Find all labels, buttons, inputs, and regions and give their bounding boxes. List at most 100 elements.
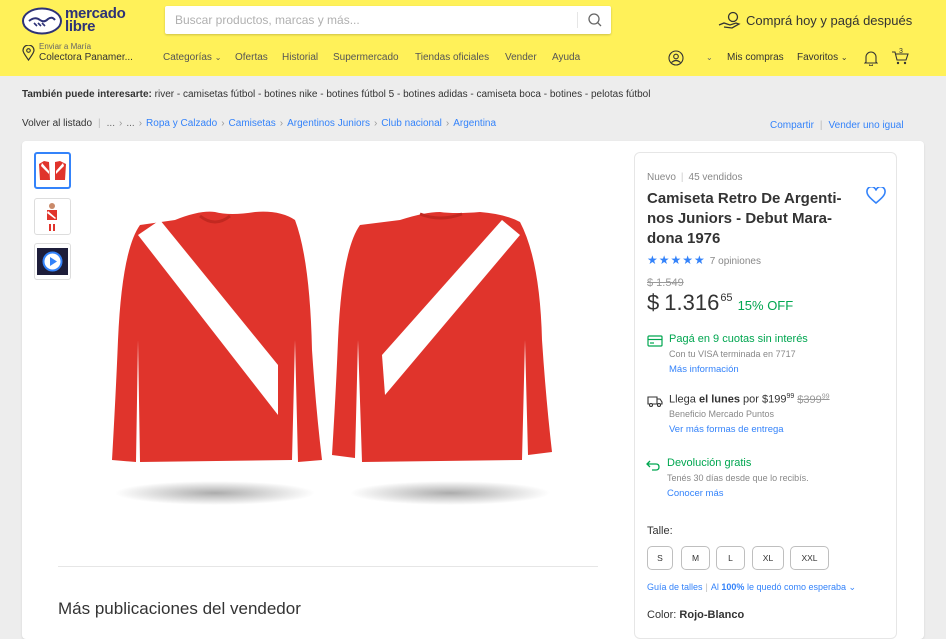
location-pin-icon [22,45,35,61]
currency-symbol: $ [647,290,660,315]
color-label: Color: [647,609,680,621]
sell-same-link[interactable]: Vender uno igual [829,120,904,131]
truck-icon [647,396,663,408]
user-avatar-icon [668,50,684,66]
size-option-xxl[interactable]: XXL [790,546,829,570]
chevron-right-icon: › [373,118,378,129]
chevron-right-icon: › [138,118,143,129]
product-title: Camiseta Retro De Argenti-nos Juniors - … [647,190,842,247]
more-info-link[interactable]: Más información [669,364,739,375]
mercadolibre-logo[interactable]: mercado libre [22,6,132,36]
breadcrumb-item[interactable]: Ropa y Calzado [146,118,217,129]
breadcrumb-item[interactable]: Camisetas [229,118,276,129]
current-price: $1.31665 15% OFF [647,290,793,316]
bell-icon [863,51,879,67]
chevron-right-icon: › [221,118,225,129]
notifications-button[interactable] [863,50,879,67]
nav-official-stores[interactable]: Tiendas oficiales [415,52,489,63]
my-purchases-link[interactable]: Mis compras [727,52,784,66]
related-searches: También puede interesarte: river - camis… [22,89,650,100]
nav-categories[interactable]: Categorías ⌄ [163,52,221,63]
size-guide-link[interactable]: Guía de talles [647,582,703,592]
user-menu[interactable] [668,50,684,66]
more-delivery-options-link[interactable]: Ver más formas de entrega [669,424,784,435]
color-value: Rojo-Blanco [679,609,745,621]
price-cents: 65 [720,292,733,304]
address-value: Colectora Panamer... [39,52,133,63]
condition-label: Nuevo [647,172,676,183]
play-video-icon [37,248,68,275]
installments-title: Pagá en 9 cuotas sin interés [669,333,808,345]
chevron-right-icon: › [279,118,284,129]
cart-button[interactable]: 3 [891,48,909,65]
search-button[interactable] [579,6,611,34]
handshake-logo-icon [22,7,62,35]
shipping-address[interactable]: Enviar a María Colectora Panamer... [22,42,152,68]
credit-card-icon [647,335,663,347]
breadcrumb-item[interactable]: Argentinos Juniors [287,118,370,129]
star-rating-icon: ★★★★★ [647,253,706,267]
search-box [165,6,611,34]
rating[interactable]: ★★★★★ 7 opiniones [647,251,761,267]
chevron-down-icon: ⌄ [848,582,857,592]
learn-more-link[interactable]: Conocer más [667,488,724,499]
thumbnail-video[interactable] [34,243,71,280]
nav-offers[interactable]: Ofertas [235,52,268,63]
nav-supermarket[interactable]: Supermercado [333,52,399,63]
chevron-right-icon: › [119,118,123,129]
cart-count: 3 [899,48,903,55]
sold-count: 45 vendidos [688,172,743,183]
product-image[interactable] [100,190,580,520]
breadcrumb-ellipsis[interactable]: ... [126,118,134,129]
return-arrow-icon [646,460,660,471]
share-link[interactable]: Compartir [770,120,814,131]
product-condition: Nuevo | 45 vendidos [647,172,743,183]
discount-badge: 15% OFF [737,298,794,313]
back-to-list-link[interactable]: Volver al listado [22,118,92,129]
breadcrumb-ellipsis[interactable]: ... [107,118,115,129]
related-searches-label: También puede interesarte: [22,89,152,100]
section-divider [58,566,598,567]
shirt-front-back-image [112,211,552,505]
hand-coin-icon [718,11,741,29]
nav-history[interactable]: Historial [282,52,318,63]
heart-icon [866,185,886,205]
size-option-xl[interactable]: XL [752,546,784,570]
reviews-count: 7 opiniones [709,256,761,267]
color-selection: Color: Rojo-Blanco [647,609,744,621]
thumbnail-model[interactable] [34,198,71,235]
favorites-link[interactable]: Favoritos ⌄ [797,52,848,66]
fit-feedback-link[interactable]: Al 100% le quedó como esperaba ⌄ [711,582,856,592]
size-label: Talle: [647,525,673,537]
favorite-button[interactable] [866,185,886,205]
thumbnail-front-back[interactable] [34,152,71,189]
nav-help[interactable]: Ayuda [552,52,580,63]
size-option-l[interactable]: L [716,546,745,570]
returns-subtitle: Tenés 30 días desde que lo recibís. [667,473,809,483]
breadcrumb: Volver al listado |... ›... › Ropa y Calzado… [22,118,497,129]
installments-subtitle: Con tu VISA terminada en 7717 [669,349,796,359]
breadcrumb-item[interactable]: Club nacional [381,118,442,129]
size-option-s[interactable]: S [647,546,673,570]
player-thumbnail-image [47,203,57,231]
search-divider [577,12,578,28]
user-chevron-icon[interactable]: ⌄ [706,53,713,67]
size-option-m[interactable]: M [681,546,710,570]
shipping-title: Llega el lunes por $19999 $39999 [669,393,830,406]
shipping-subtitle: Beneficio Mercado Puntos [669,409,775,419]
related-searches-links[interactable]: river - camisetas fútbol - botines nike … [155,89,651,100]
buy-box: Nuevo | 45 vendidos Camiseta Retro De Arge… [634,152,897,639]
promo-text: Comprá hoy y pagá después [746,13,913,28]
chevron-down-icon: ⌄ [214,53,222,62]
seller-publications-heading: Más publicaciones del vendedor [58,599,301,618]
price-integer: 1.316 [664,290,720,315]
nav-sell[interactable]: Vender [505,52,537,63]
size-guide-row: Guía de talles | Al 100% le quedó como esp… [647,582,857,592]
search-input[interactable] [165,6,575,34]
share-actions: Compartir | Vender uno igual [770,120,904,131]
original-price: $ 1.549 [647,277,684,289]
search-icon [588,13,602,27]
chevron-right-icon: › [445,118,450,129]
breadcrumb-item[interactable]: Argentina [453,118,496,129]
header: mercado libre Comprá hoy y pagá después … [0,0,946,76]
